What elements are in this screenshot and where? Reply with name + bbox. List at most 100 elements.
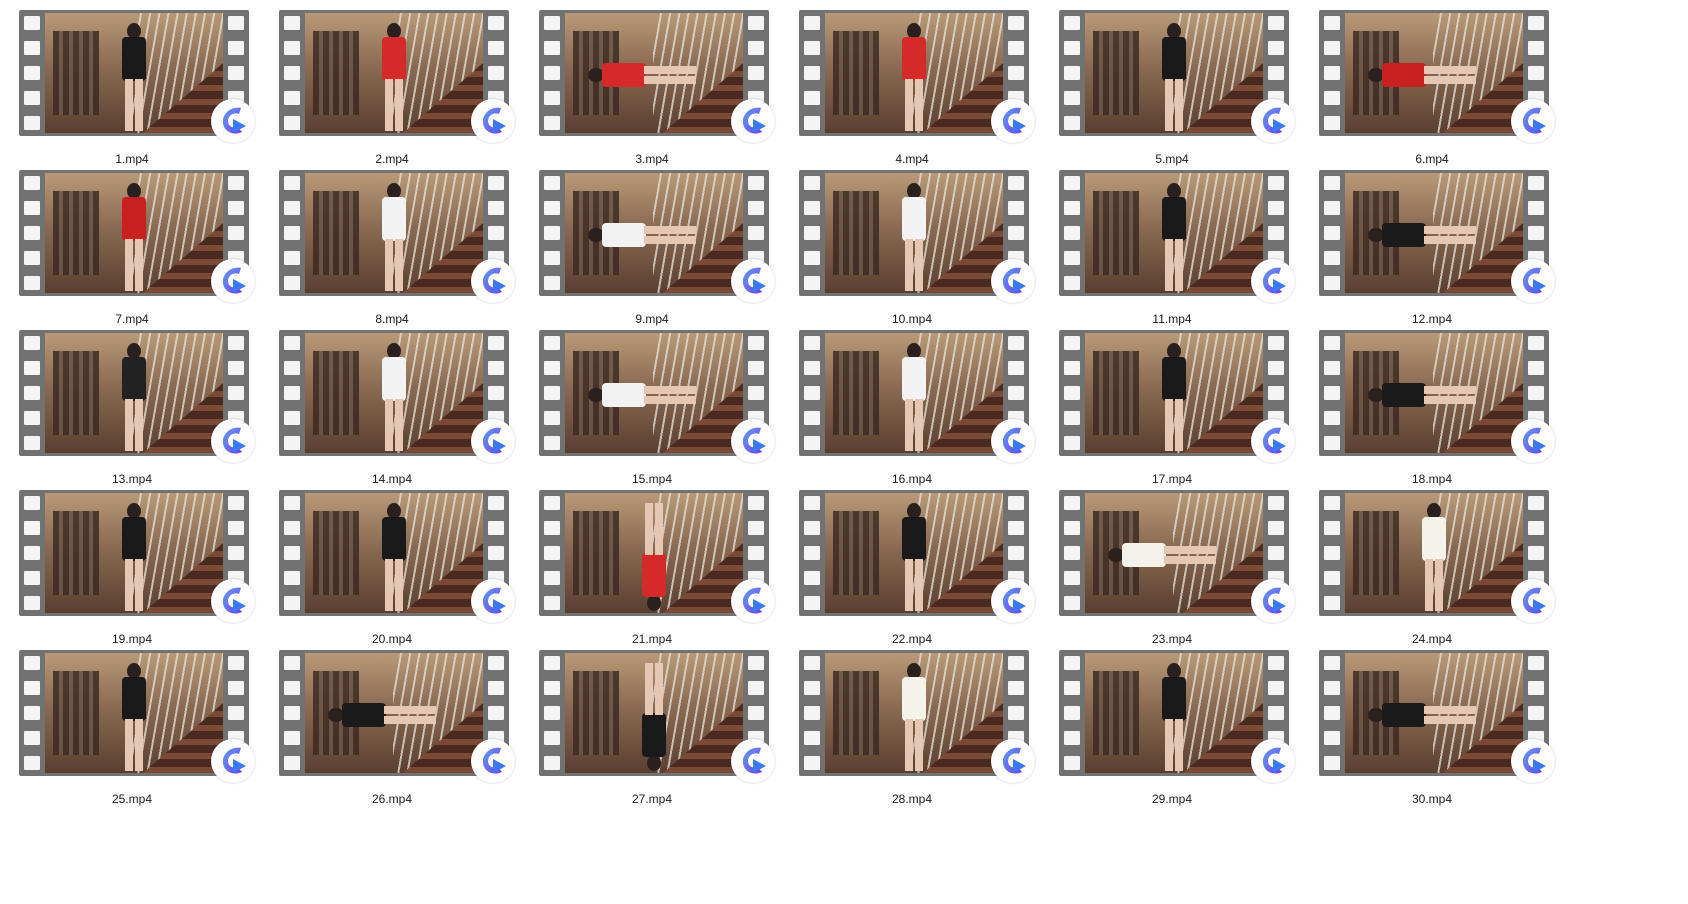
file-item[interactable]: 17.mp4: [1052, 330, 1295, 490]
file-item[interactable]: 3.mp4: [532, 10, 775, 170]
film-sprocket-hole: [804, 176, 820, 190]
film-sprocket-hole: [228, 336, 244, 350]
film-sprocket-hole: [804, 546, 820, 560]
file-item[interactable]: 26.mp4: [272, 650, 515, 810]
film-sprocket-hole: [1324, 176, 1340, 190]
file-item[interactable]: 28.mp4: [792, 650, 1035, 810]
film-sprocket-hole: [544, 66, 560, 80]
file-name-label: 11.mp4: [1152, 312, 1192, 326]
film-sprocket-column: [544, 16, 560, 130]
film-sprocket-hole: [1268, 16, 1284, 30]
person-figure: [637, 503, 671, 611]
file-item[interactable]: 25.mp4: [12, 650, 255, 810]
window-panel: [53, 191, 99, 275]
person-figure: [897, 183, 931, 291]
film-sprocket-hole: [24, 496, 40, 510]
film-sprocket-hole: [1064, 16, 1080, 30]
file-item[interactable]: 27.mp4: [532, 650, 775, 810]
film-sprocket-hole: [748, 66, 764, 80]
film-sprocket-hole: [804, 336, 820, 350]
file-item[interactable]: 4.mp4: [792, 10, 1035, 170]
film-sprocket-hole: [228, 496, 244, 510]
video-frame-preview: [45, 333, 223, 453]
file-item[interactable]: 12.mp4: [1312, 170, 1555, 330]
file-item[interactable]: 8.mp4: [272, 170, 515, 330]
file-item[interactable]: 18.mp4: [1312, 330, 1555, 490]
file-name-label: 22.mp4: [891, 632, 933, 646]
film-sprocket-column: [284, 16, 300, 130]
film-sprocket-hole: [544, 251, 560, 265]
file-item[interactable]: 9.mp4: [532, 170, 775, 330]
file-item[interactable]: 21.mp4: [532, 490, 775, 650]
media-player-icon: [1251, 739, 1295, 783]
person-outfit: [382, 517, 406, 561]
person-legs: [644, 386, 696, 404]
file-item[interactable]: 30.mp4: [1312, 650, 1555, 810]
file-item[interactable]: 24.mp4: [1312, 490, 1555, 650]
film-sprocket-hole: [1268, 336, 1284, 350]
person-outfit: [1162, 197, 1186, 241]
film-sprocket-hole: [1268, 226, 1284, 240]
file-name-label: 6.mp4: [1415, 152, 1449, 166]
film-sprocket-hole: [1324, 731, 1340, 745]
film-sprocket-hole: [1008, 201, 1024, 215]
film-sprocket-hole: [748, 226, 764, 240]
film-sprocket-hole: [1064, 41, 1080, 55]
file-item[interactable]: 19.mp4: [12, 490, 255, 650]
file-item[interactable]: 23.mp4: [1052, 490, 1295, 650]
film-sprocket-hole: [284, 596, 300, 610]
film-sprocket-hole: [24, 706, 40, 720]
person-outfit: [122, 517, 146, 561]
person-outfit: [602, 383, 646, 407]
film-sprocket-hole: [804, 521, 820, 535]
media-player-icon: [731, 99, 775, 143]
film-sprocket-hole: [228, 16, 244, 30]
file-item[interactable]: 20.mp4: [272, 490, 515, 650]
file-item[interactable]: 6.mp4: [1312, 10, 1555, 170]
file-item[interactable]: 1.mp4: [12, 10, 255, 170]
file-item[interactable]: 29.mp4: [1052, 650, 1295, 810]
film-sprocket-hole: [228, 41, 244, 55]
file-item[interactable]: 5.mp4: [1052, 10, 1295, 170]
film-sprocket-hole: [804, 201, 820, 215]
media-player-icon: [1251, 579, 1295, 623]
file-item[interactable]: 15.mp4: [532, 330, 775, 490]
file-item[interactable]: 7.mp4: [12, 170, 255, 330]
file-item[interactable]: 14.mp4: [272, 330, 515, 490]
film-sprocket-hole: [1008, 16, 1024, 30]
person-outfit: [122, 197, 146, 241]
film-sprocket-hole: [1324, 91, 1340, 105]
film-sprocket-hole: [284, 66, 300, 80]
media-player-icon: [1251, 419, 1295, 463]
video-frame-preview: [305, 493, 483, 613]
film-sprocket-hole: [1008, 386, 1024, 400]
window-panel: [833, 671, 879, 755]
person-figure: [328, 698, 436, 732]
media-player-icon: [991, 259, 1035, 303]
film-sprocket-hole: [1064, 66, 1080, 80]
file-item[interactable]: 22.mp4: [792, 490, 1035, 650]
film-sprocket-hole: [544, 16, 560, 30]
file-item[interactable]: 11.mp4: [1052, 170, 1295, 330]
media-player-icon: [991, 99, 1035, 143]
file-item[interactable]: 10.mp4: [792, 170, 1035, 330]
film-sprocket-hole: [1324, 386, 1340, 400]
person-legs: [125, 399, 143, 451]
film-sprocket-hole: [1324, 41, 1340, 55]
window-panel: [1353, 511, 1399, 595]
film-sprocket-column: [1064, 336, 1080, 450]
film-sprocket-hole: [804, 386, 820, 400]
film-sprocket-hole: [748, 41, 764, 55]
film-sprocket-hole: [1268, 521, 1284, 535]
file-item[interactable]: 13.mp4: [12, 330, 255, 490]
video-frame-preview: [1345, 493, 1523, 613]
film-sprocket-hole: [1324, 336, 1340, 350]
film-sprocket-hole: [488, 706, 504, 720]
file-item[interactable]: 16.mp4: [792, 330, 1035, 490]
video-frame-preview: [825, 333, 1003, 453]
film-sprocket-hole: [544, 756, 560, 770]
film-sprocket-hole: [284, 176, 300, 190]
film-sprocket-hole: [804, 731, 820, 745]
file-item[interactable]: 2.mp4: [272, 10, 515, 170]
person-figure: [588, 378, 696, 412]
